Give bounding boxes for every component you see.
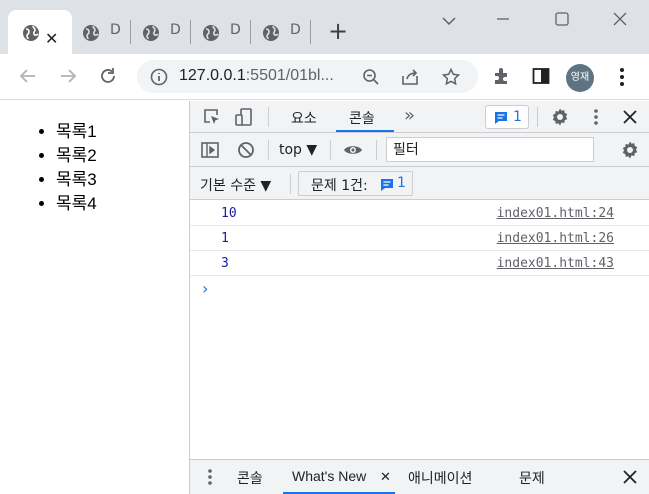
console-settings-gear-icon[interactable] <box>620 140 640 160</box>
tab-title[interactable]: D <box>170 22 181 38</box>
item-list: 목록1 목록2 목록3 목록4 <box>56 120 189 216</box>
address-bar[interactable]: 127.0.0.1:5501/01bl... <box>137 60 478 93</box>
drawer-menu-icon[interactable] <box>200 467 220 487</box>
tab-separator <box>250 20 251 44</box>
more-menu-icon[interactable] <box>612 66 632 88</box>
prompt-chevron-icon: › <box>202 279 209 298</box>
tab-strip: ✕ D D D D + <box>0 0 649 54</box>
minimize-icon[interactable] <box>492 8 514 30</box>
clear-console-icon[interactable] <box>236 140 256 160</box>
toolbar-divider <box>268 107 269 127</box>
tab-elements[interactable]: 요소 <box>291 108 317 128</box>
tab-active[interactable]: ✕ <box>8 10 72 54</box>
message-icon <box>381 179 393 191</box>
maximize-icon[interactable] <box>551 8 573 30</box>
toolbar-divider <box>290 174 291 194</box>
console-prompt[interactable]: › <box>190 276 649 302</box>
log-value: 1 <box>221 231 229 246</box>
devtools-tab-bar: 요소 콘솔 » 1 <box>190 101 649 133</box>
site-info-icon[interactable] <box>149 67 169 87</box>
close-window-icon[interactable] <box>609 8 631 30</box>
issues-counter-button[interactable]: 1 <box>485 105 529 129</box>
source-link[interactable]: index01.html:43 <box>497 256 614 271</box>
console-message: 10 index01.html:24 <box>190 201 649 226</box>
devtools-menu-icon[interactable] <box>586 107 606 127</box>
filter-field[interactable] <box>386 137 594 162</box>
devtools-drawer: 콘솔 What's New ✕ 애니메이션 문제 <box>190 459 649 494</box>
log-value: 3 <box>221 256 229 271</box>
drawer-tab-console[interactable]: 콘솔 <box>237 468 263 488</box>
toolbar-divider <box>330 140 331 160</box>
settings-gear-icon[interactable] <box>550 107 570 127</box>
console-filter-bar: 기본 수준 ▼ 문제 1건: 1 <box>190 167 649 200</box>
new-tab-button[interactable]: + <box>328 19 348 43</box>
tab-console[interactable]: 콘솔 <box>349 108 375 128</box>
extensions-icon[interactable] <box>492 66 512 86</box>
drawer-tab-close-icon[interactable]: ✕ <box>380 469 391 485</box>
context-selector[interactable]: top ▼ <box>279 142 317 158</box>
tab-title[interactable]: D <box>230 22 241 38</box>
side-panel-icon[interactable] <box>531 66 551 86</box>
tab-separator <box>130 20 131 44</box>
zoom-icon[interactable] <box>361 67 381 87</box>
device-toolbar-icon[interactable] <box>234 107 254 127</box>
console-toolbar: top ▼ <box>190 133 649 167</box>
issues-count: 1 <box>397 175 406 191</box>
close-devtools-icon[interactable] <box>620 107 640 127</box>
list-item: 목록1 <box>56 120 189 144</box>
url-text[interactable]: 127.0.0.1:5501/01bl... <box>179 67 334 85</box>
avatar[interactable]: 영재 <box>566 64 594 92</box>
console-output: 10 index01.html:24 1 index01.html:26 3 i… <box>190 201 649 302</box>
page-viewport: 목록1 목록2 목록3 목록4 <box>0 101 189 494</box>
globe-icon <box>83 25 99 41</box>
console-message: 3 index01.html:43 <box>190 251 649 276</box>
tab-separator <box>190 20 191 44</box>
tab-separator <box>310 20 311 44</box>
list-item: 목록4 <box>56 192 189 216</box>
issues-button[interactable]: 문제 1건: 1 <box>298 171 413 196</box>
close-drawer-icon[interactable] <box>620 467 640 487</box>
globe-icon <box>23 25 39 41</box>
globe-icon <box>203 25 219 41</box>
share-icon[interactable] <box>400 67 420 87</box>
tab-title[interactable]: D <box>110 22 121 38</box>
active-tab-indicator <box>336 130 394 132</box>
bookmark-star-icon[interactable] <box>441 67 461 87</box>
globe-icon <box>263 25 279 41</box>
toolbar-divider <box>376 140 377 160</box>
list-item: 목록3 <box>56 168 189 192</box>
globe-icon <box>143 25 159 41</box>
tab-close-icon[interactable]: ✕ <box>45 31 58 47</box>
devtools-panel: 요소 콘솔 » 1 top ▼ 필터 기본 수준 ▼ 문제 1건: 1 10 i… <box>189 101 649 494</box>
message-icon <box>495 112 507 124</box>
list-item: 목록2 <box>56 144 189 168</box>
browser-toolbar: 127.0.0.1:5501/01bl... 영재 <box>0 54 649 100</box>
drawer-tab-issues[interactable]: 문제 <box>519 468 545 488</box>
filter-input[interactable] <box>387 138 587 161</box>
more-tabs-button[interactable]: » <box>404 105 415 126</box>
issues-label: 문제 1건: <box>311 178 368 194</box>
source-link[interactable]: index01.html:24 <box>497 206 614 221</box>
drawer-tab-whats-new[interactable]: What's New <box>292 468 366 484</box>
tab-search-chevron-icon[interactable] <box>438 10 460 32</box>
live-expression-eye-icon[interactable] <box>343 140 363 160</box>
log-value: 10 <box>221 206 237 221</box>
show-sidebar-icon[interactable] <box>200 140 220 160</box>
console-message: 1 index01.html:26 <box>190 226 649 251</box>
source-link[interactable]: index01.html:26 <box>497 231 614 246</box>
drawer-tab-animations[interactable]: 애니메이션 <box>408 468 472 488</box>
reload-icon[interactable] <box>97 65 119 87</box>
inspect-element-icon[interactable] <box>202 107 222 127</box>
back-icon[interactable] <box>17 65 39 87</box>
issues-count: 1 <box>513 109 522 125</box>
tab-title[interactable]: D <box>290 22 301 38</box>
log-levels-dropdown[interactable]: 기본 수준 ▼ <box>200 175 271 195</box>
toolbar-divider <box>268 140 269 160</box>
toolbar-divider <box>537 107 538 127</box>
forward-icon[interactable] <box>57 65 79 87</box>
